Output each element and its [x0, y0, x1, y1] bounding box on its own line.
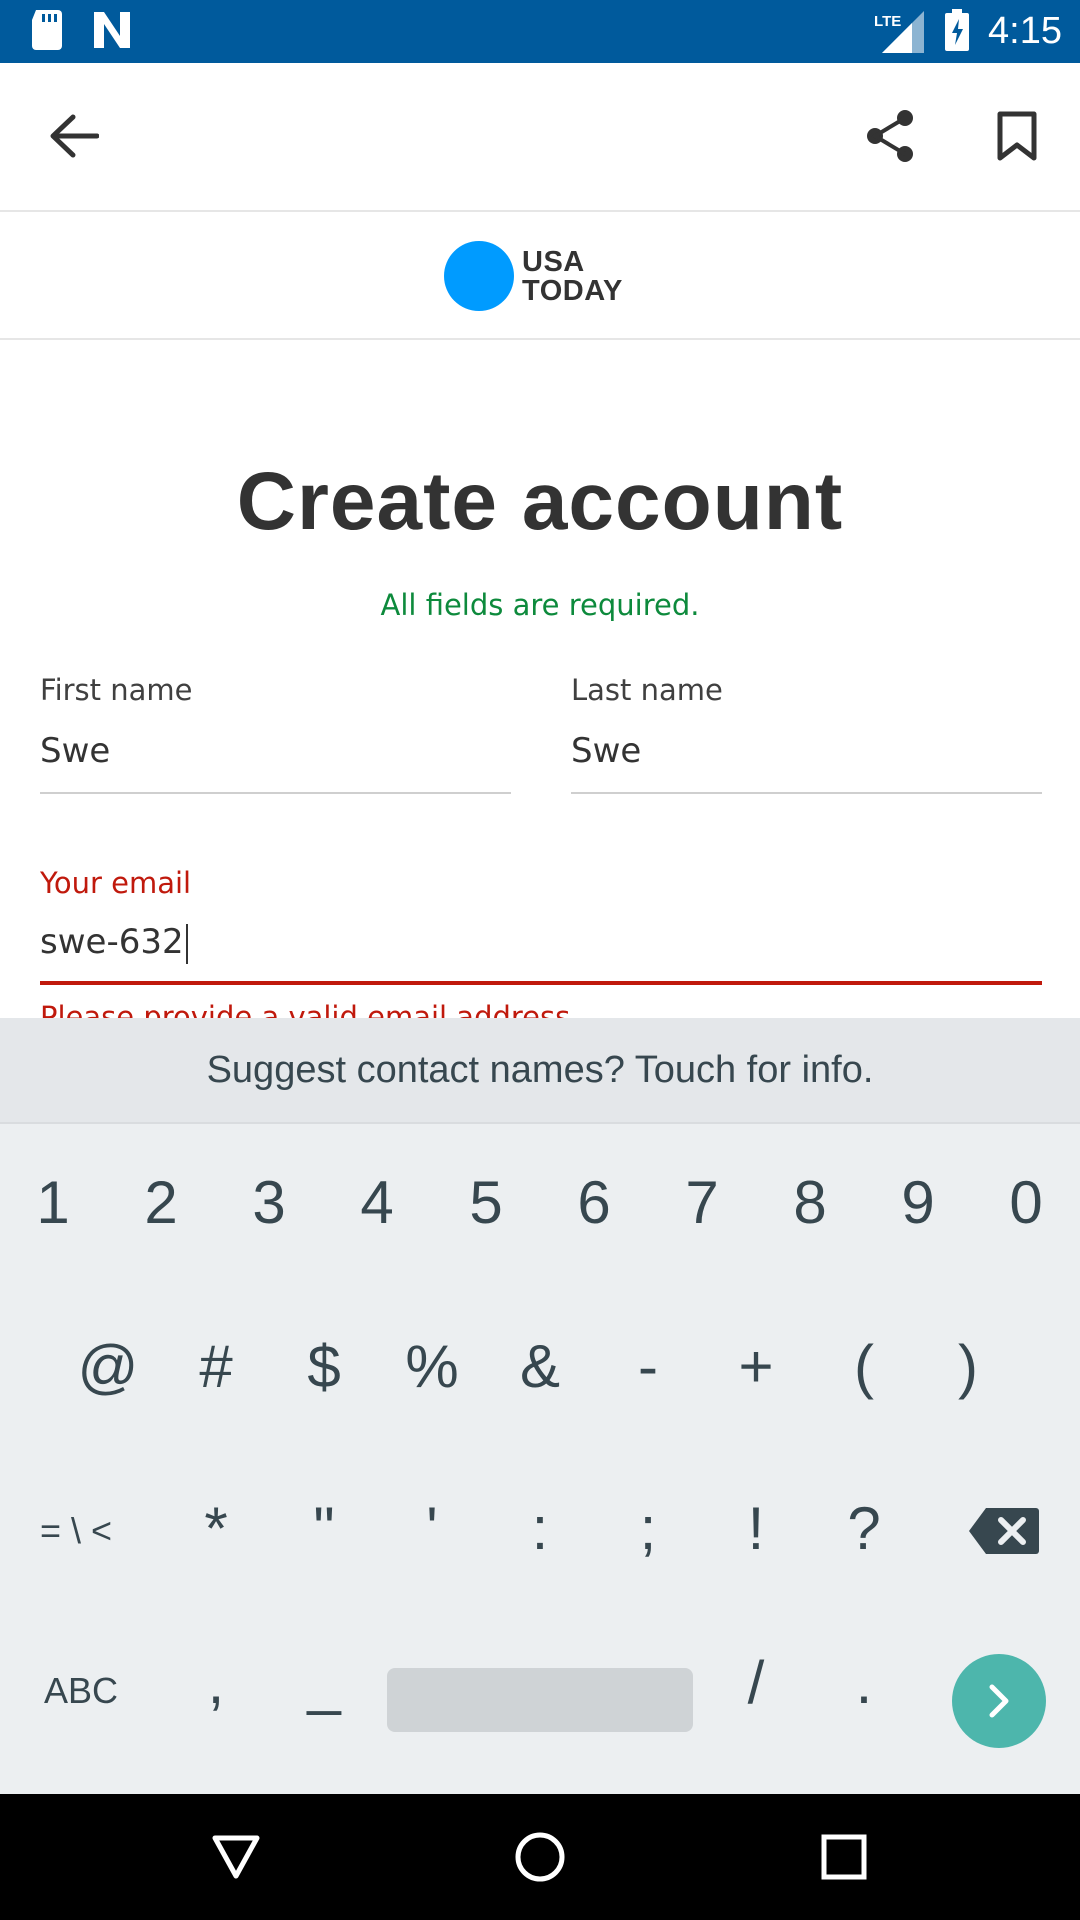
key-minus[interactable]: - — [598, 1332, 698, 1401]
navigation-bar — [0, 1794, 1080, 1920]
back-arrow-icon[interactable] — [34, 96, 114, 176]
status-bar: LTE 4:15 — [0, 0, 1080, 63]
page-title: Create account — [236, 456, 844, 547]
key-0[interactable]: 0 — [976, 1168, 1076, 1237]
key-abc[interactable]: ABC — [31, 1670, 131, 1712]
sd-card-icon — [30, 10, 64, 54]
last-name-label: Last name — [571, 673, 723, 707]
key-2[interactable]: 2 — [111, 1168, 211, 1237]
enter-arrow-icon[interactable] — [952, 1654, 1046, 1748]
key-5[interactable]: 5 — [436, 1168, 536, 1237]
key-asterisk[interactable]: * — [166, 1494, 266, 1563]
email-value: swe-632 — [40, 922, 184, 962]
key-dollar[interactable]: $ — [274, 1332, 374, 1401]
key-hash[interactable]: # — [166, 1332, 266, 1401]
status-time: 4:15 — [988, 10, 1062, 52]
key-period[interactable]: . — [814, 1648, 914, 1717]
key-semicolon[interactable]: ; — [598, 1494, 698, 1563]
back-triangle-icon[interactable] — [176, 1794, 296, 1920]
key-6[interactable]: 6 — [544, 1168, 644, 1237]
key-1[interactable]: 1 — [3, 1168, 103, 1237]
key-double-quote[interactable]: " — [274, 1494, 374, 1563]
key-question[interactable]: ? — [814, 1494, 914, 1563]
logo-header: USA TODAY — [0, 212, 1080, 340]
key-colon[interactable]: : — [490, 1494, 590, 1563]
key-percent[interactable]: % — [382, 1332, 482, 1401]
key-underscore[interactable]: _ — [274, 1648, 374, 1717]
email-label: Your email — [40, 866, 192, 900]
text-cursor — [185, 923, 188, 964]
key-ampersand[interactable]: & — [490, 1332, 590, 1401]
signal-icon: LTE — [874, 9, 926, 55]
logo-line-1: USA — [522, 246, 585, 278]
contact-suggestion-bar[interactable]: Suggest contact names? Touch for info. — [0, 1018, 1080, 1124]
usa-today-logo-dot — [444, 241, 514, 311]
email-underline — [40, 981, 1042, 985]
key-9[interactable]: 9 — [868, 1168, 968, 1237]
home-circle-icon[interactable] — [480, 1794, 600, 1920]
keyboard: Suggest contact names? Touch for info. 1… — [0, 1018, 1080, 1794]
first-name-field[interactable]: Swe — [40, 731, 510, 771]
email-field[interactable]: swe-632 — [40, 922, 1042, 964]
last-name-underline — [571, 792, 1042, 794]
network-type-label: LTE — [874, 12, 902, 30]
key-exclamation[interactable]: ! — [706, 1494, 806, 1563]
app-bar — [0, 63, 1080, 212]
key-at[interactable]: @ — [58, 1332, 158, 1401]
bookmark-icon[interactable] — [977, 96, 1057, 176]
key-close-paren[interactable]: ) — [918, 1332, 1018, 1401]
battery-charging-icon — [944, 8, 970, 55]
key-4[interactable]: 4 — [327, 1168, 427, 1237]
key-3[interactable]: 3 — [219, 1168, 319, 1237]
first-name-label: First name — [40, 673, 193, 707]
key-comma[interactable]: , — [166, 1648, 266, 1717]
key-7[interactable]: 7 — [652, 1168, 752, 1237]
required-note: All fields are required. — [380, 588, 700, 622]
key-more-symbols[interactable]: = \ < — [24, 1510, 128, 1552]
last-name-field[interactable]: Swe — [571, 731, 1041, 771]
key-single-quote[interactable]: ' — [382, 1494, 482, 1563]
spacebar[interactable] — [387, 1668, 693, 1732]
first-name-underline — [40, 792, 511, 794]
logo-line-2: TODAY — [522, 275, 623, 307]
key-slash[interactable]: / — [706, 1648, 806, 1717]
key-plus[interactable]: + — [706, 1332, 806, 1401]
backspace-icon[interactable] — [968, 1506, 1040, 1560]
key-8[interactable]: 8 — [760, 1168, 860, 1237]
share-icon[interactable] — [850, 96, 930, 176]
notification-n-icon — [92, 10, 132, 54]
recents-square-icon[interactable] — [784, 1794, 904, 1920]
key-open-paren[interactable]: ( — [814, 1332, 914, 1401]
usa-today-logo-text: USA TODAY — [522, 248, 623, 306]
